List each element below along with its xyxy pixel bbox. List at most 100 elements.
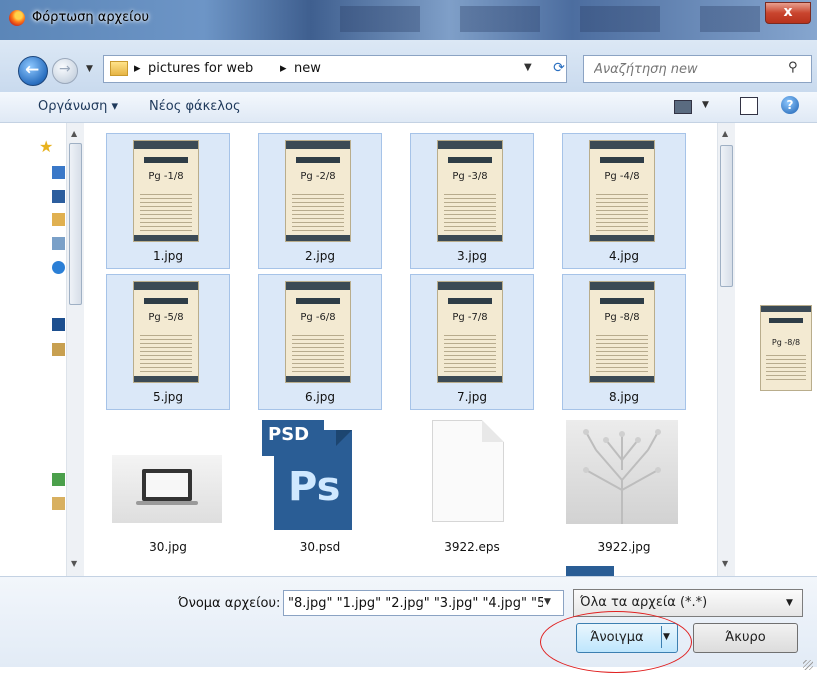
file-item[interactable]: Pg -7/8 7.jpg: [410, 274, 534, 410]
circuit-tree-thumbnail[interactable]: [566, 420, 678, 524]
menu-thumbnail: Pg -4/8: [589, 140, 655, 242]
search-input[interactable]: [584, 56, 791, 82]
menu-thumbnail: Pg -3/8: [437, 140, 503, 242]
chevron-down-icon[interactable]: ▼: [786, 598, 793, 608]
highlight-annotation-ring: [540, 611, 692, 673]
dropbox-icon[interactable]: [52, 166, 65, 179]
scroll-up-icon[interactable]: ▲: [722, 129, 728, 138]
view-dropdown-icon[interactable]: ▼: [702, 100, 709, 110]
taskbar-blur: [300, 6, 760, 32]
file-name[interactable]: 3922.jpg: [562, 540, 686, 554]
filename-combobox[interactable]: ▼: [283, 590, 564, 616]
breadcrumb-new[interactable]: new: [294, 61, 321, 76]
menu-thumbnail: Pg -6/8: [285, 281, 351, 383]
nav-pane-scrollbar[interactable]: ▲ ▼: [66, 123, 84, 576]
file-item[interactable]: Pg -2/8 2.jpg: [258, 133, 382, 269]
computer-icon[interactable]: [52, 318, 65, 331]
file-item[interactable]: Pg -5/8 5.jpg: [106, 274, 230, 410]
chevron-down-icon[interactable]: ▼: [524, 62, 532, 73]
search-icon[interactable]: ⚲: [788, 60, 798, 75]
forward-button[interactable]: →: [52, 58, 78, 84]
breadcrumb-separator-icon[interactable]: ▸: [280, 61, 287, 76]
thumbnail-page-label: Pg -3/8: [452, 171, 488, 182]
file-name[interactable]: 30.psd: [258, 540, 382, 554]
file-name[interactable]: 3922.eps: [410, 540, 534, 554]
cancel-button-label: Άκυρο: [725, 630, 766, 645]
file-name: 4.jpg: [608, 249, 640, 263]
breadcrumb-pictures-for-web[interactable]: pictures for web: [148, 61, 253, 76]
resize-grip[interactable]: [803, 660, 813, 670]
back-icon: ←: [25, 60, 40, 80]
file-item[interactable]: Pg -6/8 6.jpg: [258, 274, 382, 410]
partial-file-icon[interactable]: [566, 566, 614, 576]
menu-thumbnail: Pg -2/8: [285, 140, 351, 242]
menu-thumbnail: Pg -8/8: [589, 281, 655, 383]
preview-page-label: Pg -8/8: [771, 338, 801, 347]
laptop-thumbnail[interactable]: [112, 455, 222, 523]
organize-menu[interactable]: Οργάνωση ▾: [38, 99, 118, 114]
address-bar[interactable]: ▸ pictures for web ▸ new ▼: [103, 55, 567, 83]
view-icon[interactable]: [674, 100, 692, 114]
new-folder-button[interactable]: Νέος φάκελος: [149, 99, 241, 114]
command-bar: [0, 92, 817, 123]
thumbnail-page-label: Pg -4/8: [604, 171, 640, 182]
psd-badge: PSD: [268, 424, 310, 445]
back-button[interactable]: ←: [18, 56, 48, 86]
file-name[interactable]: 30.jpg: [106, 540, 230, 554]
preview-thumbnail: Pg -8/8: [760, 305, 812, 391]
favorites-star-icon[interactable]: ★: [39, 137, 53, 156]
preview-pane-icon[interactable]: [740, 97, 758, 115]
ps-logo: Ps: [288, 464, 341, 510]
drive-icon[interactable]: [52, 343, 65, 356]
folder-icon: [110, 61, 128, 76]
menu-thumbnail: Pg -7/8: [437, 281, 503, 383]
thumbnail-page-label: Pg -6/8: [300, 312, 336, 323]
blank-file-icon[interactable]: [432, 420, 504, 522]
menu-thumbnail: Pg -1/8: [133, 140, 199, 242]
thumbnail-page-label: Pg -2/8: [300, 171, 336, 182]
file-item[interactable]: Pg -1/8 1.jpg: [106, 133, 230, 269]
help-icon[interactable]: ?: [781, 96, 799, 114]
network-icon[interactable]: [52, 237, 65, 250]
scroll-down-icon[interactable]: ▼: [722, 559, 728, 568]
close-button[interactable]: x: [765, 2, 811, 24]
desktop-icon[interactable]: [52, 190, 65, 203]
breadcrumb-separator-icon[interactable]: ▸: [134, 61, 141, 76]
content-scroll-thumb[interactable]: [720, 145, 733, 287]
cancel-button[interactable]: Άκυρο: [693, 623, 798, 653]
search-box[interactable]: ⚲: [583, 55, 812, 83]
file-item[interactable]: Pg -4/8 4.jpg: [562, 133, 686, 269]
onedrive-icon[interactable]: [52, 261, 65, 274]
window-title: Φόρτωση αρχείου: [32, 10, 149, 25]
file-name: 6.jpg: [304, 390, 336, 404]
chevron-down-icon[interactable]: ▼: [544, 597, 551, 607]
photoshop-file-icon[interactable]: PSD Ps: [262, 420, 352, 530]
thumbnail-page-label: Pg -7/8: [452, 312, 488, 323]
refresh-icon[interactable]: ⟳: [547, 56, 571, 80]
folder-icon[interactable]: [52, 497, 65, 510]
file-name: 7.jpg: [456, 390, 488, 404]
firefox-icon: [9, 10, 25, 26]
file-item[interactable]: Pg -8/8 8.jpg: [562, 274, 686, 410]
file-name: 1.jpg: [152, 249, 184, 263]
file-name: 5.jpg: [152, 390, 184, 404]
thumbnail-page-label: Pg -5/8: [148, 312, 184, 323]
thumbnail-page-label: Pg -1/8: [148, 171, 184, 182]
organize-label: Οργάνωση: [38, 99, 108, 114]
file-upload-dialog: Φόρτωση αρχείου x ← → ▼ ▸ pictures for w…: [0, 0, 817, 673]
file-name: 3.jpg: [456, 249, 488, 263]
filename-input[interactable]: [284, 591, 545, 615]
file-name: 8.jpg: [608, 390, 640, 404]
content-scrollbar[interactable]: ▲ ▼: [717, 123, 735, 576]
file-item[interactable]: Pg -3/8 3.jpg: [410, 133, 534, 269]
filetype-value: Όλα τα αρχεία (*.*): [580, 595, 708, 610]
thumbnail-page-label: Pg -8/8: [604, 312, 640, 323]
file-name: 2.jpg: [304, 249, 336, 263]
nav-pane-scroll-thumb[interactable]: [69, 143, 82, 305]
recent-locations-dropdown[interactable]: ▼: [86, 64, 96, 74]
folder-icon[interactable]: [52, 213, 65, 226]
menu-thumbnail: Pg -5/8: [133, 281, 199, 383]
scroll-up-icon[interactable]: ▲: [71, 129, 77, 138]
scroll-down-icon[interactable]: ▼: [71, 559, 77, 568]
network-share-icon[interactable]: [52, 473, 65, 486]
